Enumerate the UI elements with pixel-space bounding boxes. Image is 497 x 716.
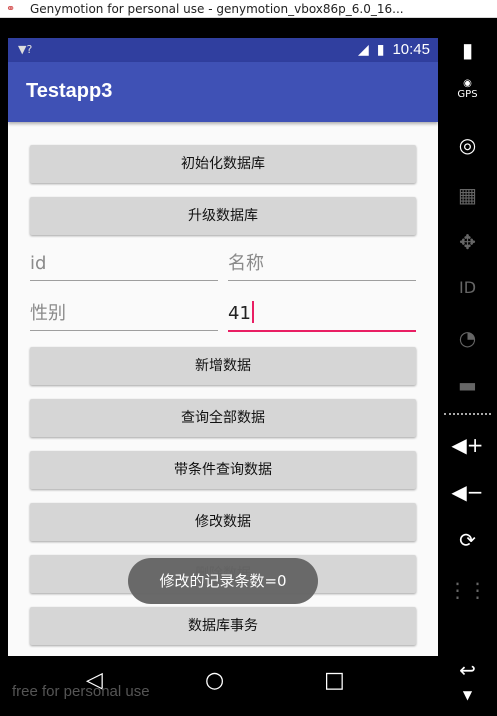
signal-icon: ◢: [357, 41, 369, 58]
sms-widget-icon: ▬: [458, 373, 477, 397]
status-time: 10:45: [392, 41, 430, 58]
battery-icon: ▮: [376, 41, 385, 58]
gps-widget-icon[interactable]: ◉ GPS: [438, 78, 497, 100]
volume-down-icon[interactable]: ◀−: [438, 480, 497, 504]
nav-back-icon[interactable]: ↩: [438, 658, 497, 682]
recents-icon[interactable]: □: [324, 668, 345, 693]
window-title-bar: ⚭ Genymotion for personal use - genymoti…: [0, 0, 497, 18]
move-widget-icon: ✥: [459, 230, 476, 254]
id-widget-icon: ID: [458, 278, 477, 297]
gender-input[interactable]: 性别: [30, 300, 218, 331]
sidebar-separator: [444, 413, 491, 415]
genymotion-logo-icon: ⚭: [6, 2, 16, 15]
app-title: Testapp3: [26, 80, 113, 102]
init-database-button[interactable]: 初始化数据库: [30, 145, 416, 183]
phone-screen: ▼? ◢ ▮ 10:45 Testapp3 初始化数据库 升级数据库 id 名称…: [8, 38, 438, 674]
app-bar: Testapp3: [8, 62, 438, 122]
volume-up-icon[interactable]: ◀+: [438, 433, 497, 457]
add-data-button[interactable]: 新增数据: [30, 347, 416, 385]
text-cursor: [251, 301, 254, 323]
query-all-button[interactable]: 查询全部数据: [30, 399, 416, 437]
genymotion-sidebar: ▮ ◉ GPS ◎ ▦ ✥ ID ◔ ▬ ◀+ ◀− ⟳ ⋮⋮ ↩ ▼: [438, 18, 497, 716]
query-condition-button[interactable]: 带条件查询数据: [30, 451, 416, 489]
video-widget-icon: ▦: [458, 183, 477, 207]
camera-widget-icon[interactable]: ◎: [438, 133, 497, 157]
watermark: free for personal use: [12, 683, 150, 700]
scale-icon: ⋮⋮: [447, 578, 488, 602]
age-input-value: 41: [228, 303, 251, 324]
name-input[interactable]: 名称: [228, 250, 416, 281]
gps-label: GPS: [457, 89, 478, 100]
status-bar: ▼? ◢ ▮ 10:45: [8, 38, 438, 62]
device-frame: ▼? ◢ ▮ 10:45 Testapp3 初始化数据库 升级数据库 id 名称…: [0, 18, 497, 716]
id-input[interactable]: id: [30, 250, 218, 281]
home-icon[interactable]: ○: [205, 668, 224, 693]
db-transaction-button[interactable]: 数据库事务: [30, 607, 416, 645]
upgrade-database-button[interactable]: 升级数据库: [30, 197, 416, 235]
rss-widget-icon: ◔: [458, 326, 477, 350]
more-chevron-icon[interactable]: ▼: [438, 688, 497, 702]
modify-data-button[interactable]: 修改数据: [30, 503, 416, 541]
android-nav-bar: ◁ ○ □: [0, 656, 438, 708]
battery-widget-icon[interactable]: ▮: [438, 38, 497, 62]
rotate-icon[interactable]: ⟳: [438, 528, 497, 552]
toast-message: 修改的记录条数=0: [128, 558, 318, 604]
window-title: Genymotion for personal use - genymotion…: [30, 2, 404, 16]
wifi-icon: ▼?: [18, 43, 33, 56]
age-input[interactable]: 41: [228, 300, 416, 332]
